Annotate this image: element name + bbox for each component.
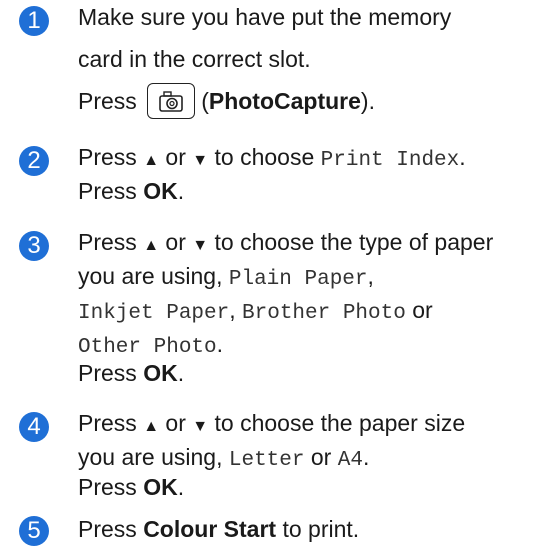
- step-1-line-2: card in the correct slot.: [78, 46, 311, 72]
- press-text: Press: [78, 474, 137, 500]
- period: .: [216, 331, 224, 357]
- option-brother-photo: Brother Photo: [242, 302, 406, 325]
- or-text: or: [310, 444, 332, 470]
- photocapture-label: PhotoCapture: [208, 88, 361, 114]
- or-text: or: [165, 144, 186, 170]
- press-text: Press: [78, 360, 137, 386]
- step-number-4: 4: [19, 412, 49, 442]
- down-arrow-icon: ▼: [192, 152, 209, 169]
- paren-close: ).: [360, 88, 375, 114]
- press-text: Press: [78, 178, 137, 204]
- to-choose-text: to choose: [214, 144, 315, 170]
- camera-icon: [159, 91, 183, 112]
- ok-key-label: OK: [143, 474, 178, 500]
- period: .: [177, 360, 185, 386]
- step-3-line-5: Press OK.: [78, 356, 184, 390]
- you-are-using-text: you are using,: [78, 444, 223, 470]
- option-print-index: Print Index: [320, 149, 460, 172]
- step-number-3: 3: [19, 231, 49, 261]
- step-4-text: to choose the paper size: [214, 410, 466, 436]
- down-arrow-icon: ▼: [192, 237, 209, 254]
- ok-key-label: OK: [143, 178, 178, 204]
- to-print-text: to print.: [282, 516, 360, 542]
- step-4-line-1: Press ▲ or ▼ to choose the paper size: [78, 406, 465, 444]
- period: .: [362, 444, 370, 470]
- or-text: or: [165, 229, 186, 255]
- step-1-line-3: Press (PhotoCapture).: [78, 82, 375, 121]
- photocapture-button: [147, 82, 196, 119]
- step-number-2: 2: [19, 146, 49, 176]
- step-2-line-2: Press OK.: [78, 174, 184, 208]
- press-text: Press: [78, 229, 137, 255]
- paren-open: (: [201, 88, 209, 114]
- up-arrow-icon: ▲: [143, 237, 160, 254]
- step-3-line-3: Inkjet Paper, Brother Photo or: [78, 293, 433, 331]
- option-letter: Letter: [228, 449, 305, 472]
- step-2-line-1: Press ▲ or ▼ to choose Print Index.: [78, 140, 466, 178]
- step-number-5: 5: [19, 516, 49, 546]
- or-text: or: [165, 410, 186, 436]
- period: .: [459, 144, 466, 170]
- colour-start-key-label: Colour Start: [143, 516, 277, 542]
- period: .: [177, 474, 185, 500]
- press-text: Press: [78, 144, 137, 170]
- ok-key-label: OK: [143, 360, 178, 386]
- press-text: Press: [78, 410, 137, 436]
- step-3-line-1: Press ▲ or ▼ to choose the type of paper: [78, 225, 493, 263]
- option-inkjet-paper: Inkjet Paper: [78, 302, 230, 325]
- you-are-using-text: you are using,: [78, 263, 223, 289]
- option-plain-paper: Plain Paper: [228, 268, 368, 291]
- step-4-line-3: Press OK.: [78, 470, 184, 504]
- press-text: Press: [78, 88, 137, 114]
- step-number-1: 1: [19, 6, 49, 36]
- option-a4: A4: [337, 449, 363, 472]
- up-arrow-icon: ▲: [143, 152, 160, 169]
- step-3-text: to choose the type of paper: [214, 229, 494, 255]
- step-1-line-1: Make sure you have put the memory: [78, 4, 452, 30]
- or-text: or: [412, 297, 433, 323]
- down-arrow-icon: ▼: [192, 418, 209, 435]
- press-text: Press: [78, 516, 137, 542]
- comma: ,: [229, 297, 236, 323]
- comma: ,: [367, 263, 374, 289]
- period: .: [177, 178, 185, 204]
- step-3-line-2: you are using, Plain Paper,: [78, 259, 374, 297]
- up-arrow-icon: ▲: [143, 418, 160, 435]
- step-5-line-1: Press Colour Start to print.: [78, 512, 359, 546]
